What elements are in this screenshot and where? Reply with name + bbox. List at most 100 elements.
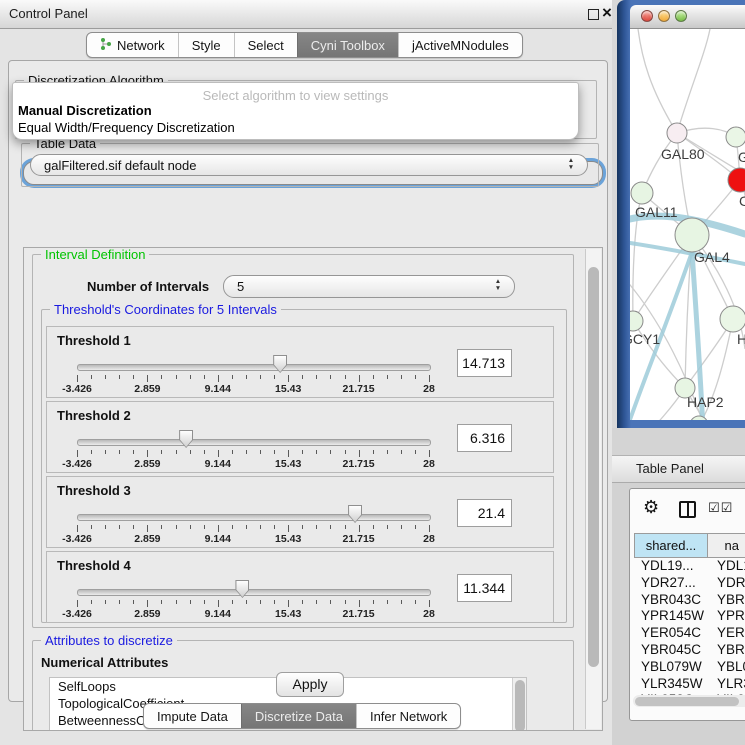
tab-jactivemnodules[interactable]: jActiveMNodules	[398, 33, 522, 57]
tick-mark	[119, 600, 120, 604]
tick-mark	[161, 450, 162, 454]
viewport-scrollbar-thumb[interactable]	[588, 267, 599, 667]
zoom-traffic-light-icon[interactable]	[675, 10, 687, 22]
tab-label: Style	[192, 38, 221, 53]
tick-mark	[204, 375, 205, 379]
table-horizontal-scrollbar[interactable]	[633, 695, 745, 707]
algorithm-option[interactable]: Equal Width/Frequency Discretization	[18, 120, 235, 135]
table-data-combobox[interactable]: galFiltered.sif default node ▲▼	[30, 154, 588, 176]
network-node-gal4-node[interactable]	[675, 218, 709, 252]
tab-impute-data[interactable]: Impute Data	[144, 704, 241, 728]
tab-cyni-toolbox[interactable]: Cyni Toolbox	[297, 33, 398, 57]
threshold-value-field[interactable]: 14.713	[457, 349, 512, 377]
tab-infer-network[interactable]: Infer Network	[356, 704, 460, 728]
tick-mark	[415, 375, 416, 379]
threshold-box: Threshold 4-3.4262.8599.14415.4321.71528…	[46, 551, 554, 623]
tick-mark	[359, 375, 360, 382]
table-panel-title: Table Panel	[636, 461, 704, 476]
tick-mark	[218, 450, 219, 457]
tick-mark	[387, 450, 388, 454]
attributes-scrollbar[interactable]	[512, 678, 526, 731]
tick-mark	[190, 525, 191, 529]
network-canvas[interactable]: GAL80GAGAL11CGAL4GCY1HHAP2	[630, 29, 745, 420]
tick-mark	[316, 525, 317, 529]
tick-mark	[260, 600, 261, 604]
network-node-gal80-node[interactable]	[667, 123, 687, 143]
tick-mark	[302, 600, 303, 604]
threshold-value-field[interactable]: 21.4	[457, 499, 512, 527]
minimize-traffic-light-icon[interactable]	[658, 10, 670, 22]
tick-mark	[246, 450, 247, 454]
threshold-slider-track[interactable]	[77, 439, 431, 446]
numerical-attributes-heading: Numerical Attributes	[41, 655, 168, 670]
tick-mark	[77, 525, 78, 532]
tick-mark	[415, 525, 416, 529]
close-icon[interactable]: ×	[602, 3, 612, 23]
network-node-right-node[interactable]	[720, 306, 745, 332]
num-intervals-label: Number of Intervals	[87, 279, 209, 294]
tick-mark	[77, 375, 78, 382]
table-column-header[interactable]: shared...	[634, 533, 708, 558]
threshold-slider-track[interactable]	[77, 589, 431, 596]
tick-mark	[147, 600, 148, 607]
table-column-header[interactable]: na	[708, 533, 745, 558]
tick-mark	[133, 525, 134, 529]
float-window-icon[interactable]	[588, 9, 599, 20]
network-node-bottom-node[interactable]	[690, 416, 708, 420]
network-view-window: GAL80GAGAL11CGAL4GCY1HHAP2	[617, 0, 745, 428]
interval-definition-group: Interval Definition Number of Intervals …	[32, 254, 574, 628]
tick-mark	[176, 450, 177, 454]
tick-mark	[232, 450, 233, 454]
threshold-value-field[interactable]: 11.344	[457, 574, 512, 602]
tick-mark	[401, 525, 402, 529]
network-node-gal11-node[interactable]	[631, 182, 653, 204]
tab-network[interactable]: Network	[87, 33, 178, 57]
tick-mark	[274, 525, 275, 529]
table-data-group: Table Data galFiltered.sif default node …	[21, 143, 599, 187]
select-columns-checkboxes-icon[interactable]: ☑☑	[708, 500, 733, 516]
columns-icon[interactable]	[679, 501, 696, 518]
tick-mark	[133, 600, 134, 604]
spinner-stepper-icon[interactable]: ▲▼	[493, 278, 503, 292]
network-node-gcy1-node[interactable]	[630, 311, 643, 331]
tick-mark	[359, 450, 360, 457]
close-traffic-light-icon[interactable]	[641, 10, 653, 22]
network-edge[interactable]	[677, 29, 710, 133]
network-edge[interactable]	[638, 29, 677, 133]
tab-discretize-data[interactable]: Discretize Data	[241, 704, 356, 728]
tab-select[interactable]: Select	[234, 33, 297, 57]
tick-mark	[218, 600, 219, 607]
viewport-scrollbar[interactable]	[585, 249, 601, 729]
tick-mark	[232, 525, 233, 529]
tab-label: Impute Data	[157, 709, 228, 724]
tick-mark	[401, 450, 402, 454]
tick-mark	[105, 525, 106, 529]
app-root: Control Panel × NetworkStyleSelectCyni T…	[0, 0, 745, 745]
table-cell-name: YBL079W	[717, 659, 745, 674]
num-intervals-spinner[interactable]: 5 ▲▼	[223, 275, 515, 298]
table-horizontal-scrollbar-thumb[interactable]	[635, 697, 739, 706]
tick-mark	[345, 450, 346, 454]
combobox-stepper-icon[interactable]: ▲▼	[566, 157, 576, 171]
threshold-value-field[interactable]: 6.316	[457, 424, 512, 452]
tick-mark	[274, 375, 275, 379]
network-window-titlebar[interactable]	[630, 5, 745, 29]
table-cell-shared-name: YDR27...	[641, 575, 711, 590]
gear-icon[interactable]: ⚙	[643, 497, 659, 518]
threshold-slider-track[interactable]	[77, 514, 431, 521]
network-node-label: H	[737, 331, 745, 347]
table-cell-shared-name: YBR045C	[641, 642, 711, 657]
tick-mark	[415, 450, 416, 454]
table-cell-shared-name: YBR043C	[641, 592, 711, 607]
tick-mark	[345, 525, 346, 529]
num-intervals-value: 5	[237, 279, 244, 294]
tab-style[interactable]: Style	[178, 33, 234, 57]
attributes-scrollbar-thumb[interactable]	[515, 680, 525, 731]
tick-mark	[401, 375, 402, 379]
table-cell-shared-name: YPR145W	[641, 608, 711, 623]
apply-button[interactable]: Apply	[276, 672, 344, 697]
network-node-top-right-node[interactable]	[726, 127, 745, 147]
threshold-label: Threshold 2	[57, 408, 131, 423]
threshold-slider-track[interactable]	[77, 364, 431, 371]
algorithm-option[interactable]: Manual Discretization	[18, 103, 152, 118]
